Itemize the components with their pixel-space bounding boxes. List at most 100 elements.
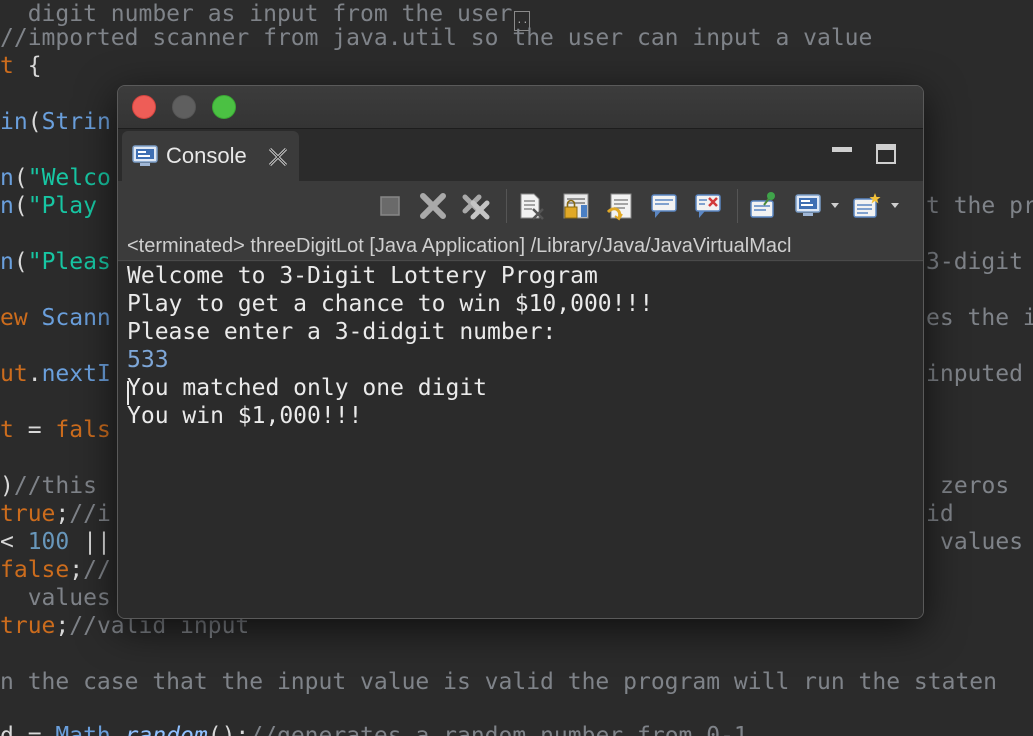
console-window: Console <terminated> threeDigitLot [Java… bbox=[117, 85, 924, 619]
code-line: n("Welco bbox=[0, 164, 111, 192]
tab-console[interactable]: Console bbox=[122, 131, 299, 181]
code-token: ew bbox=[0, 305, 42, 331]
code-token: // bbox=[83, 557, 111, 583]
code-token: //this bbox=[13, 473, 97, 499]
code-token: . bbox=[27, 361, 42, 387]
code-token: Scann bbox=[41, 305, 111, 331]
word-wrap-icon[interactable] bbox=[605, 191, 635, 221]
minimize-window-button[interactable] bbox=[172, 95, 196, 119]
code-token: || bbox=[69, 529, 111, 555]
code-token: 3-digit bbox=[926, 249, 1023, 275]
close-tab-icon[interactable] bbox=[266, 145, 290, 169]
code-token: fals bbox=[55, 417, 111, 443]
code-token: t bbox=[0, 53, 28, 79]
pin-console-icon[interactable] bbox=[748, 191, 778, 221]
code-token: < bbox=[0, 529, 28, 555]
close-window-button[interactable] bbox=[132, 95, 156, 119]
code-line: n("Play bbox=[0, 192, 97, 220]
code-token: { bbox=[27, 53, 42, 79]
code-line: ew Scann bbox=[0, 304, 111, 332]
code-token: ; bbox=[69, 557, 84, 583]
code-line: n("Pleas bbox=[0, 248, 111, 276]
open-console-icon[interactable] bbox=[852, 191, 882, 221]
console-output-line: You matched only one digit bbox=[127, 375, 488, 401]
show-on-stderr-icon[interactable] bbox=[693, 191, 723, 221]
remove-all-terminated-icon[interactable] bbox=[461, 191, 491, 221]
code-token: true bbox=[0, 613, 56, 639]
code-line: values bbox=[940, 528, 1023, 556]
scroll-lock-icon[interactable] bbox=[561, 191, 591, 221]
console-input-line: 533 bbox=[127, 347, 169, 373]
remove-launch-icon[interactable] bbox=[418, 191, 448, 221]
code-token: d = bbox=[0, 723, 56, 736]
view-tab-bar: Console bbox=[118, 129, 923, 181]
clear-console-icon[interactable] bbox=[516, 191, 546, 221]
code-token: values bbox=[940, 529, 1024, 555]
code-token: = bbox=[27, 417, 56, 443]
code-token: ( bbox=[27, 109, 42, 135]
code-line: values bbox=[0, 584, 111, 612]
code-token: n bbox=[0, 193, 14, 219]
code-token: true bbox=[0, 501, 56, 527]
code-token: 100 bbox=[27, 529, 70, 555]
code-token: ( bbox=[13, 193, 28, 219]
console-status-line: <terminated> threeDigitLot [Java Applica… bbox=[118, 231, 923, 261]
open-console-dropdown-icon[interactable] bbox=[891, 203, 899, 208]
code-line: d = Math.random();//generates a random n… bbox=[0, 722, 748, 736]
console-output-area[interactable]: Welcome to 3-Digit Lottery Program Play t… bbox=[118, 262, 923, 618]
code-line: < 100 || bbox=[0, 528, 111, 556]
code-token: "Welco bbox=[27, 165, 111, 191]
code-token: ) bbox=[0, 473, 14, 499]
code-token: "Pleas bbox=[27, 249, 111, 275]
code-token: n bbox=[0, 249, 14, 275]
code-line: zeros bbox=[940, 472, 1009, 500]
code-token: ( bbox=[13, 165, 28, 191]
display-selected-console-icon[interactable] bbox=[794, 191, 824, 221]
code-line: ut.nextI bbox=[0, 360, 111, 388]
code-token: //imported scanner from java.util so the… bbox=[0, 25, 873, 51]
code-token: es the i bbox=[926, 305, 1033, 331]
code-line: in(Strin bbox=[0, 108, 111, 136]
console-output-line: Please enter a 3-didgit number: bbox=[127, 319, 557, 345]
code-line: t = fals bbox=[0, 416, 111, 444]
code-line: es the i bbox=[926, 304, 1033, 332]
console-output-line: Play to get a chance to win $10,000!!! bbox=[127, 291, 654, 317]
code-token: false bbox=[0, 557, 70, 583]
toolbar-separator bbox=[737, 189, 738, 223]
minimize-view-icon[interactable] bbox=[832, 147, 852, 153]
console-output-line: You win $1,000!!! bbox=[127, 403, 363, 429]
code-line: id bbox=[926, 500, 954, 528]
code-token: t the pr bbox=[926, 193, 1033, 219]
code-token: ; bbox=[55, 501, 70, 527]
code-token: t bbox=[0, 417, 28, 443]
code-line: true;//i bbox=[0, 500, 111, 528]
maximize-view-icon[interactable] bbox=[876, 144, 896, 164]
toolbar-separator bbox=[506, 189, 507, 223]
console-output-line: Welcome to 3-Digit Lottery Program bbox=[127, 263, 598, 289]
code-token: in bbox=[0, 109, 28, 135]
code-line: t the pr bbox=[926, 192, 1033, 220]
code-line: false;// bbox=[0, 556, 111, 584]
code-token: Strin bbox=[41, 109, 111, 135]
tab-console-label: Console bbox=[166, 143, 247, 168]
code-token: n bbox=[0, 165, 14, 191]
terminate-icon[interactable] bbox=[375, 191, 405, 221]
code-token: zeros bbox=[940, 473, 1010, 499]
code-token: . bbox=[110, 723, 125, 736]
code-token: ( bbox=[13, 249, 28, 275]
code-line: t { bbox=[0, 52, 42, 80]
zoom-window-button[interactable] bbox=[212, 95, 236, 119]
code-token: //generates a random number from 0-1 bbox=[249, 723, 748, 736]
code-token: inputed bbox=[926, 361, 1023, 387]
code-line: inputed bbox=[926, 360, 1023, 388]
show-on-stdout-icon[interactable] bbox=[649, 191, 679, 221]
code-token: (); bbox=[207, 723, 250, 736]
code-token: n the case that the input value is valid… bbox=[0, 669, 997, 695]
console-icon bbox=[132, 145, 158, 166]
window-titlebar[interactable] bbox=[118, 86, 923, 129]
code-token: nextI bbox=[41, 361, 111, 387]
code-token: "Play bbox=[27, 193, 97, 219]
code-token: id bbox=[926, 501, 954, 527]
display-selected-console-dropdown-icon[interactable] bbox=[831, 203, 839, 208]
code-token: Math bbox=[55, 723, 111, 736]
